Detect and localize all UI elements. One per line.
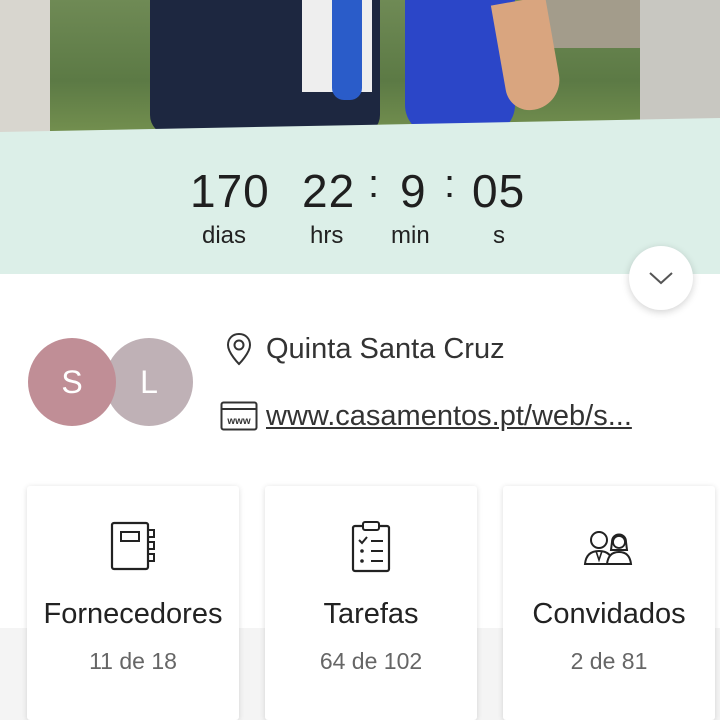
countdown-band: 170 22 : 9 : 05 dias hrs min s <box>0 118 720 274</box>
chevron-down-icon <box>649 272 673 285</box>
card-count: 2 de 81 <box>570 648 648 674</box>
notebook-icon <box>27 520 239 580</box>
countdown-minutes: 9 <box>400 165 427 217</box>
avatar: L <box>105 338 193 426</box>
photo-pillar <box>640 0 720 135</box>
countdown-days: 170 <box>190 165 270 217</box>
website-link[interactable]: www www.casamentos.pt/web/s... <box>220 397 632 435</box>
photo-tie <box>332 0 362 100</box>
website-url[interactable]: www.casamentos.pt/web/s... <box>266 400 632 433</box>
venue-row: Quinta Santa Cruz <box>220 330 505 368</box>
countdown-minutes-label: min <box>391 222 430 249</box>
avatar: S <box>28 338 116 426</box>
countdown-seconds-label: s <box>493 222 505 249</box>
photo-paving <box>540 0 650 48</box>
location-pin-icon <box>220 330 258 368</box>
card-title: Tarefas <box>323 598 419 630</box>
countdown-days-label: dias <box>202 222 247 249</box>
card-tasks[interactable]: Tarefas 64 de 102 <box>265 486 477 720</box>
countdown-hours: 22 <box>302 165 356 217</box>
expand-button[interactable] <box>629 246 693 310</box>
www-badge: www <box>226 416 251 427</box>
countdown-separator: : <box>444 162 456 206</box>
couple-photo <box>0 0 720 135</box>
countdown-seconds: 05 <box>472 165 526 217</box>
card-guests[interactable]: Convidados 2 de 81 <box>503 486 715 720</box>
card-vendors[interactable]: Fornecedores 11 de 18 <box>27 486 239 720</box>
checklist-icon <box>265 520 477 580</box>
venue-name: Quinta Santa Cruz <box>266 332 505 365</box>
countdown-row: 170 22 : 9 : 05 <box>0 162 720 224</box>
avatar-initial: S <box>61 363 83 400</box>
guests-icon <box>503 520 715 580</box>
card-title: Fornecedores <box>43 598 223 630</box>
card-count: 64 de 102 <box>319 648 423 674</box>
card-title: Convidados <box>532 598 686 630</box>
card-count: 11 de 18 <box>89 648 177 674</box>
photo-wall <box>0 0 50 135</box>
www-icon: www <box>220 397 258 435</box>
countdown-hours-label: hrs <box>310 222 344 249</box>
avatar-initial: L <box>140 363 158 400</box>
countdown-separator: : <box>368 162 380 206</box>
